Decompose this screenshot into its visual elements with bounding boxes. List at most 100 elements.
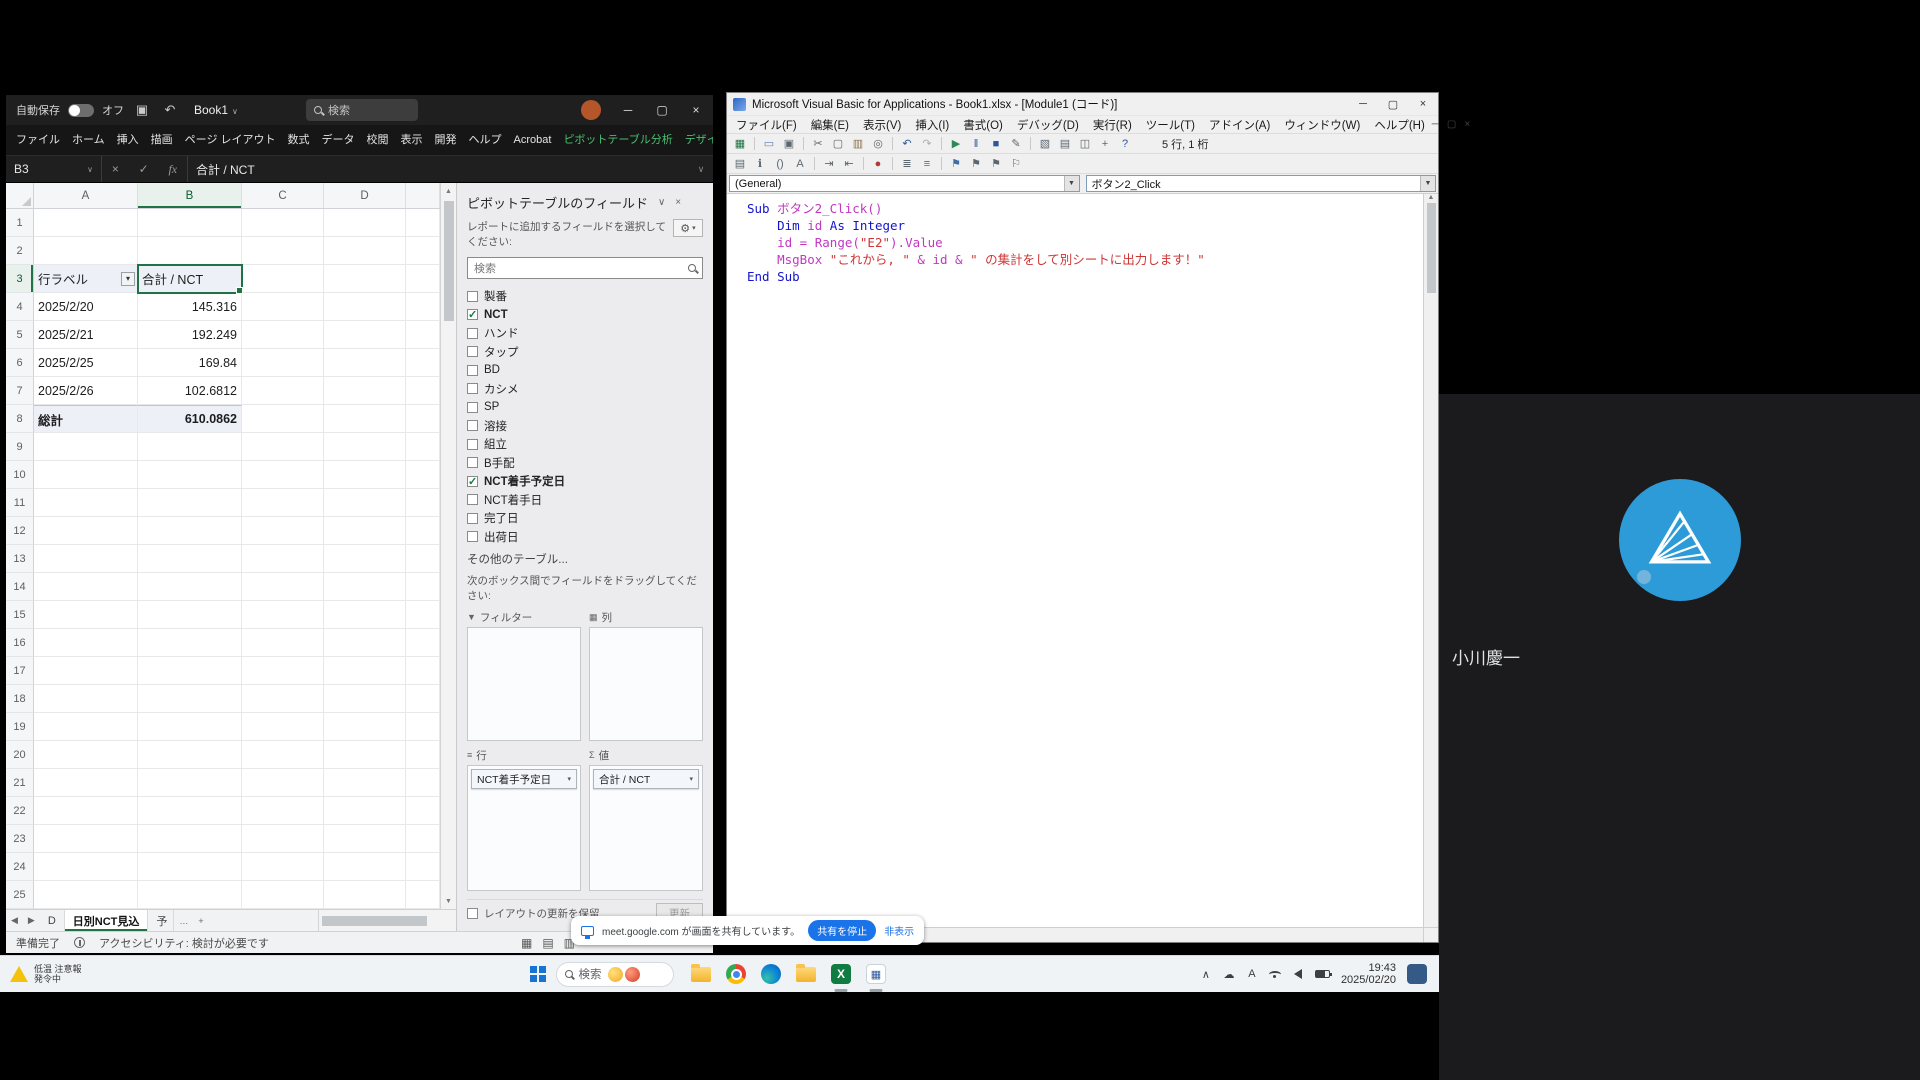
undo-icon[interactable]: ↶ [160, 102, 180, 118]
ribbon-tab-ホーム[interactable]: ホーム [66, 125, 111, 156]
stop-sharing-button[interactable]: 共有を停止 [808, 920, 876, 941]
cell-_10[interactable] [406, 461, 440, 489]
cell-B17[interactable] [138, 657, 242, 685]
cell-C15[interactable] [242, 601, 324, 629]
cell-B20[interactable] [138, 741, 242, 769]
column-header-B[interactable]: B [138, 183, 242, 208]
row-header-3[interactable]: 3 [6, 265, 34, 293]
row-header-11[interactable]: 11 [6, 489, 34, 517]
accessibility-status[interactable]: アクセシビリティ: 検討が必要です [99, 935, 269, 951]
row-header-10[interactable]: 10 [6, 461, 34, 489]
cell-D14[interactable] [324, 573, 406, 601]
field-item-製番[interactable]: 製番 [467, 287, 703, 306]
ribbon-tab-ページ レイアウト[interactable]: ページ レイアウト [179, 125, 282, 156]
scroll-up-icon[interactable]: ▲ [1428, 194, 1435, 201]
cell-C12[interactable] [242, 517, 324, 545]
cell-B2[interactable] [138, 237, 242, 265]
cell-_4[interactable] [406, 293, 440, 321]
cell-C25[interactable] [242, 881, 324, 909]
ribbon-tab-ピボットテーブル分析[interactable]: ピボットテーブル分析 [557, 125, 678, 156]
cell-B9[interactable] [138, 433, 242, 461]
cut-icon[interactable]: ✂ [809, 136, 827, 152]
name-box[interactable]: B3 ∨ [6, 156, 102, 182]
cell-D19[interactable] [324, 713, 406, 741]
scrollbar-thumb[interactable] [1427, 203, 1436, 293]
menu-表示(V)[interactable]: 表示(V) [856, 117, 908, 133]
field-checkbox-出荷日[interactable] [467, 531, 478, 542]
menu-編集(E)[interactable]: 編集(E) [804, 117, 856, 133]
cell-C20[interactable] [242, 741, 324, 769]
cell-A21[interactable] [34, 769, 138, 797]
cell-A10[interactable] [34, 461, 138, 489]
field-checkbox-カシメ[interactable] [467, 383, 478, 394]
scrollbar-thumb[interactable] [444, 201, 454, 321]
cell-A11[interactable] [34, 489, 138, 517]
column-header-C[interactable]: C [242, 183, 324, 208]
indent-icon[interactable]: ⇥ [820, 156, 838, 172]
row-header-18[interactable]: 18 [6, 685, 34, 713]
cell-_19[interactable] [406, 713, 440, 741]
cell-D7[interactable] [324, 377, 406, 405]
restore-button[interactable]: ▢ [645, 95, 679, 125]
cell-B24[interactable] [138, 853, 242, 881]
insert-function-icon[interactable]: fx [168, 162, 177, 177]
properties-window-icon[interactable]: ▤ [1056, 136, 1074, 152]
toolbox-icon[interactable]: + [1096, 136, 1114, 152]
redo-icon[interactable]: ↷ [918, 136, 936, 152]
cell-B15[interactable] [138, 601, 242, 629]
cell-B14[interactable] [138, 573, 242, 601]
cell-D1[interactable] [324, 209, 406, 237]
cell-D4[interactable] [324, 293, 406, 321]
break-icon[interactable]: ‖ [967, 136, 985, 152]
row-header-1[interactable]: 1 [6, 209, 34, 237]
scroll-down-icon[interactable]: ▼ [445, 893, 452, 909]
cell-D2[interactable] [324, 237, 406, 265]
field-item-出荷日[interactable]: 出荷日 [467, 528, 703, 547]
parameter-info-icon[interactable]: () [771, 156, 789, 172]
cell-_22[interactable] [406, 797, 440, 825]
field-checkbox-タップ[interactable] [467, 346, 478, 357]
cell-_12[interactable] [406, 517, 440, 545]
column-header-D[interactable]: D [324, 183, 406, 208]
column-header-A[interactable]: A [34, 183, 138, 208]
undo-icon[interactable]: ↶ [898, 136, 916, 152]
tools-gear-icon[interactable]: ⚙▾ [673, 219, 703, 237]
ribbon-tab-数式[interactable]: 数式 [282, 125, 316, 156]
ribbon-tab-ファイル[interactable]: ファイル [10, 125, 66, 156]
cell-D11[interactable] [324, 489, 406, 517]
cell-D25[interactable] [324, 881, 406, 909]
row-header-4[interactable]: 4 [6, 293, 34, 321]
cell-C8[interactable] [242, 405, 324, 433]
row-header-23[interactable]: 23 [6, 825, 34, 853]
volume-icon[interactable] [1292, 969, 1304, 979]
cell-A9[interactable] [34, 433, 138, 461]
menu-ウィンドウ(W)[interactable]: ウィンドウ(W) [1277, 117, 1367, 133]
cell-_8[interactable] [406, 405, 440, 433]
cell-_3[interactable] [406, 265, 440, 293]
cell-C19[interactable] [242, 713, 324, 741]
cell-C10[interactable] [242, 461, 324, 489]
code-editor[interactable]: Sub ボタン2_Click() Dim id As Integer id = … [727, 194, 1423, 927]
cell-B23[interactable] [138, 825, 242, 853]
cell-D23[interactable] [324, 825, 406, 853]
clear-bookmarks-icon[interactable]: ⚐ [1007, 156, 1025, 172]
field-checkbox-BD[interactable] [467, 365, 478, 376]
field-checkbox-ハンド[interactable] [467, 328, 478, 339]
complete-word-icon[interactable]: A [791, 156, 809, 172]
hidden-icons-chevron[interactable]: ∧ [1200, 968, 1212, 981]
field-item-カシメ[interactable]: カシメ [467, 380, 703, 399]
cell-D24[interactable] [324, 853, 406, 881]
cell-_1[interactable] [406, 209, 440, 237]
vba-icon[interactable]: ▦ [863, 961, 890, 988]
scroll-up-icon[interactable]: ▲ [445, 183, 452, 199]
insert-userform-icon[interactable]: ▭ [760, 136, 778, 152]
menu-ファイル(F)[interactable]: ファイル(F) [729, 117, 804, 133]
ribbon-tab-デザイン[interactable]: デザイン [679, 125, 713, 156]
hide-banner-link[interactable]: 非表示 [884, 923, 914, 938]
rows-field-pill[interactable]: NCT着手予定日▾ [471, 769, 577, 789]
reset-icon[interactable]: ■ [987, 136, 1005, 152]
cell-D18[interactable] [324, 685, 406, 713]
menu-書式(O)[interactable]: 書式(O) [956, 117, 1010, 133]
row-header-6[interactable]: 6 [6, 349, 34, 377]
cell-A24[interactable] [34, 853, 138, 881]
